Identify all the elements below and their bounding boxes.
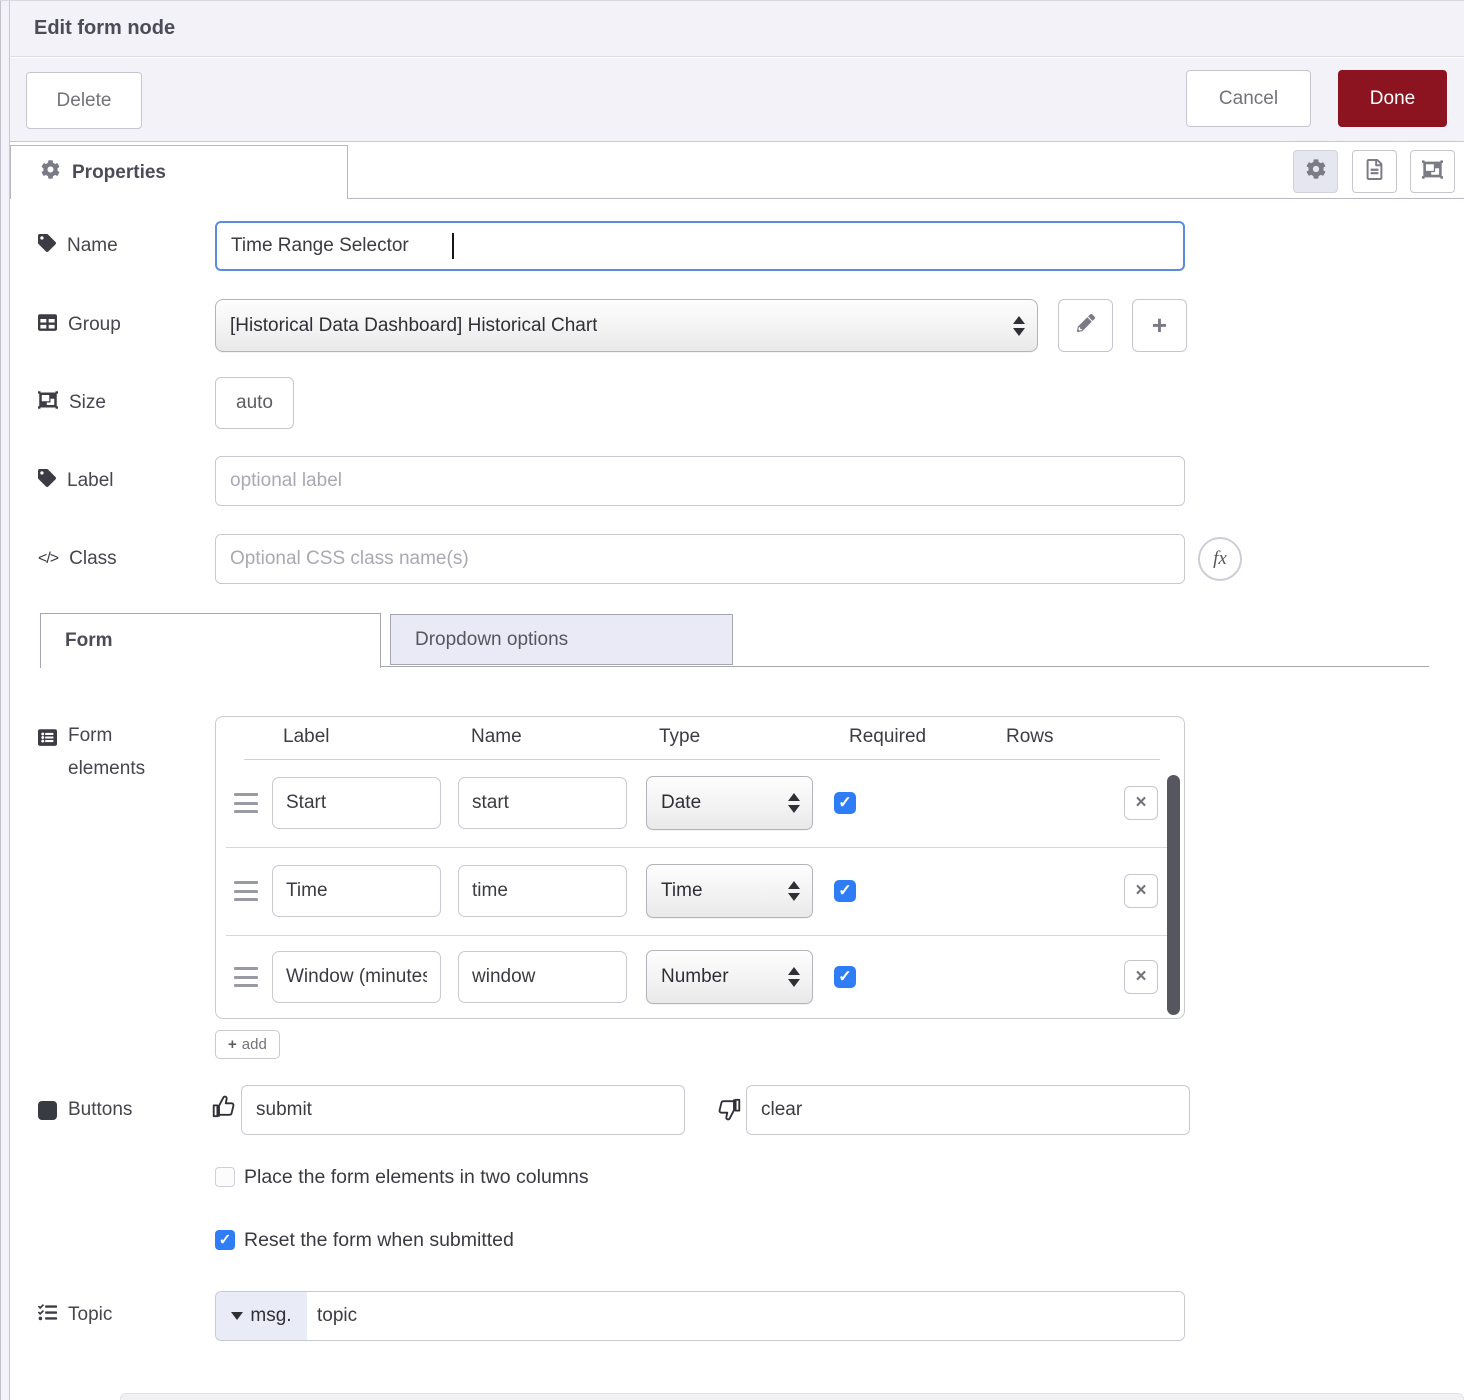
column-header-required: Required (849, 726, 927, 747)
pencil-icon (1076, 313, 1095, 338)
header-divider (244, 759, 1160, 760)
group-field-label: Group (38, 310, 121, 340)
gear-icon (41, 160, 60, 185)
thumbs-down-icon (716, 1096, 742, 1122)
delete-button[interactable]: Delete (26, 72, 142, 129)
plus-icon: + (1151, 310, 1168, 340)
tag-icon (38, 469, 56, 493)
label-input[interactable] (215, 456, 1185, 506)
select-arrows-icon (788, 793, 800, 813)
fx-icon: fx (1213, 548, 1227, 569)
class-input[interactable] (215, 534, 1185, 584)
size-button[interactable]: auto (215, 377, 294, 429)
row-type-select[interactable]: Number (646, 950, 813, 1004)
row-name-input[interactable] (458, 951, 627, 1003)
name-input[interactable] (215, 221, 1185, 271)
fx-expression-button[interactable]: fx (1198, 537, 1242, 581)
square-icon (38, 1100, 57, 1120)
clear-button-label-input[interactable] (746, 1085, 1190, 1135)
reset-form-label: Reset the form when submitted (244, 1229, 514, 1251)
tab-dropdown-options[interactable]: Dropdown options (390, 614, 733, 665)
clipped-element-edge (120, 1393, 1464, 1400)
list-alt-icon (38, 725, 57, 758)
row-required-checkbox[interactable] (834, 966, 856, 988)
appearance-pane-button[interactable] (1410, 150, 1455, 193)
row-delete-button[interactable]: × (1124, 874, 1158, 908)
section-tabs-underline (381, 666, 1429, 667)
row-divider (226, 935, 1174, 936)
row-label-input[interactable] (272, 777, 441, 829)
select-arrows-icon (788, 967, 800, 987)
tasks-icon (37, 1303, 57, 1328)
file-text-icon (1366, 158, 1383, 185)
class-field-label: </> Class (38, 548, 117, 569)
object-group-icon (38, 390, 58, 416)
group-select[interactable]: [Historical Data Dashboard] Historical C… (215, 299, 1038, 352)
label-field-label: Label (38, 466, 114, 496)
cancel-button[interactable]: Cancel (1186, 70, 1311, 127)
select-arrows-icon (1013, 315, 1025, 336)
text-cursor (452, 233, 454, 259)
reset-form-checkbox[interactable] (215, 1230, 235, 1250)
chevron-down-icon (231, 1312, 244, 1320)
dialog-toolbar: Delete Cancel Done (10, 58, 1464, 142)
row-delete-button[interactable]: × (1124, 960, 1158, 994)
row-drag-handle[interactable] (234, 881, 258, 901)
row-label-input[interactable] (272, 951, 441, 1003)
tag-icon (38, 234, 56, 258)
tab-properties-label: Properties (72, 161, 166, 183)
code-icon: </> (38, 550, 59, 567)
topic-value-input[interactable] (307, 1292, 1184, 1340)
description-pane-button[interactable] (1352, 150, 1397, 193)
row-name-input[interactable] (458, 865, 627, 917)
dialog-header: Edit form node (10, 1, 1464, 57)
row-type-select[interactable]: Date (646, 776, 813, 830)
row-type-select[interactable]: Time (646, 864, 813, 918)
object-group-icon (1422, 159, 1443, 185)
row-required-checkbox[interactable] (834, 792, 856, 814)
two-columns-label: Place the form elements in two columns (244, 1166, 589, 1188)
row-divider (226, 847, 1174, 848)
submit-button-label-input[interactable] (241, 1085, 685, 1135)
tab-form[interactable]: Form (40, 613, 381, 668)
add-element-button[interactable]: + add (215, 1030, 280, 1059)
row-drag-handle[interactable] (234, 967, 258, 987)
topic-typed-input: msg. (215, 1291, 1185, 1341)
form-elements-label: Form elements (38, 719, 188, 785)
plus-icon: + (228, 1036, 237, 1053)
topic-field-label: Topic (37, 1300, 112, 1330)
row-label-input[interactable] (272, 865, 441, 917)
gear-icon (1306, 159, 1326, 184)
size-field-label: Size (38, 388, 106, 418)
row-drag-handle[interactable] (234, 793, 258, 813)
two-columns-checkbox[interactable] (215, 1167, 235, 1187)
thumbs-up-icon (211, 1094, 237, 1120)
buttons-field-label: Buttons (38, 1095, 132, 1125)
topic-type-select[interactable]: msg. (216, 1292, 307, 1340)
name-field-label: Name (38, 231, 118, 261)
edit-group-button[interactable] (1058, 299, 1113, 352)
row-delete-button[interactable]: × (1124, 786, 1158, 820)
edit-form-node-dialog: Edit form node Delete Cancel Done Proper… (0, 0, 1464, 1400)
scrollbar-thumb[interactable] (1167, 775, 1180, 1015)
add-group-button[interactable]: + (1132, 299, 1187, 352)
select-arrows-icon (788, 881, 800, 901)
row-required-checkbox[interactable] (834, 880, 856, 902)
row-name-input[interactable] (458, 777, 627, 829)
column-header-rows: Rows (1006, 726, 1054, 747)
tab-properties[interactable]: Properties (10, 145, 348, 199)
properties-pane-button[interactable] (1293, 150, 1338, 193)
column-header-label: Label (283, 726, 330, 747)
dialog-title: Edit form node (34, 17, 176, 39)
table-icon (38, 313, 57, 338)
tab-row-underline (348, 198, 1464, 199)
column-header-name: Name (471, 726, 522, 747)
column-header-type: Type (659, 726, 701, 747)
tray-left-gutter (0, 1, 10, 1400)
edit-tab-row: Properties (10, 142, 1464, 199)
done-button[interactable]: Done (1338, 70, 1447, 127)
form-elements-table: Label Name Type Required Rows Date × Tim… (215, 716, 1185, 1019)
